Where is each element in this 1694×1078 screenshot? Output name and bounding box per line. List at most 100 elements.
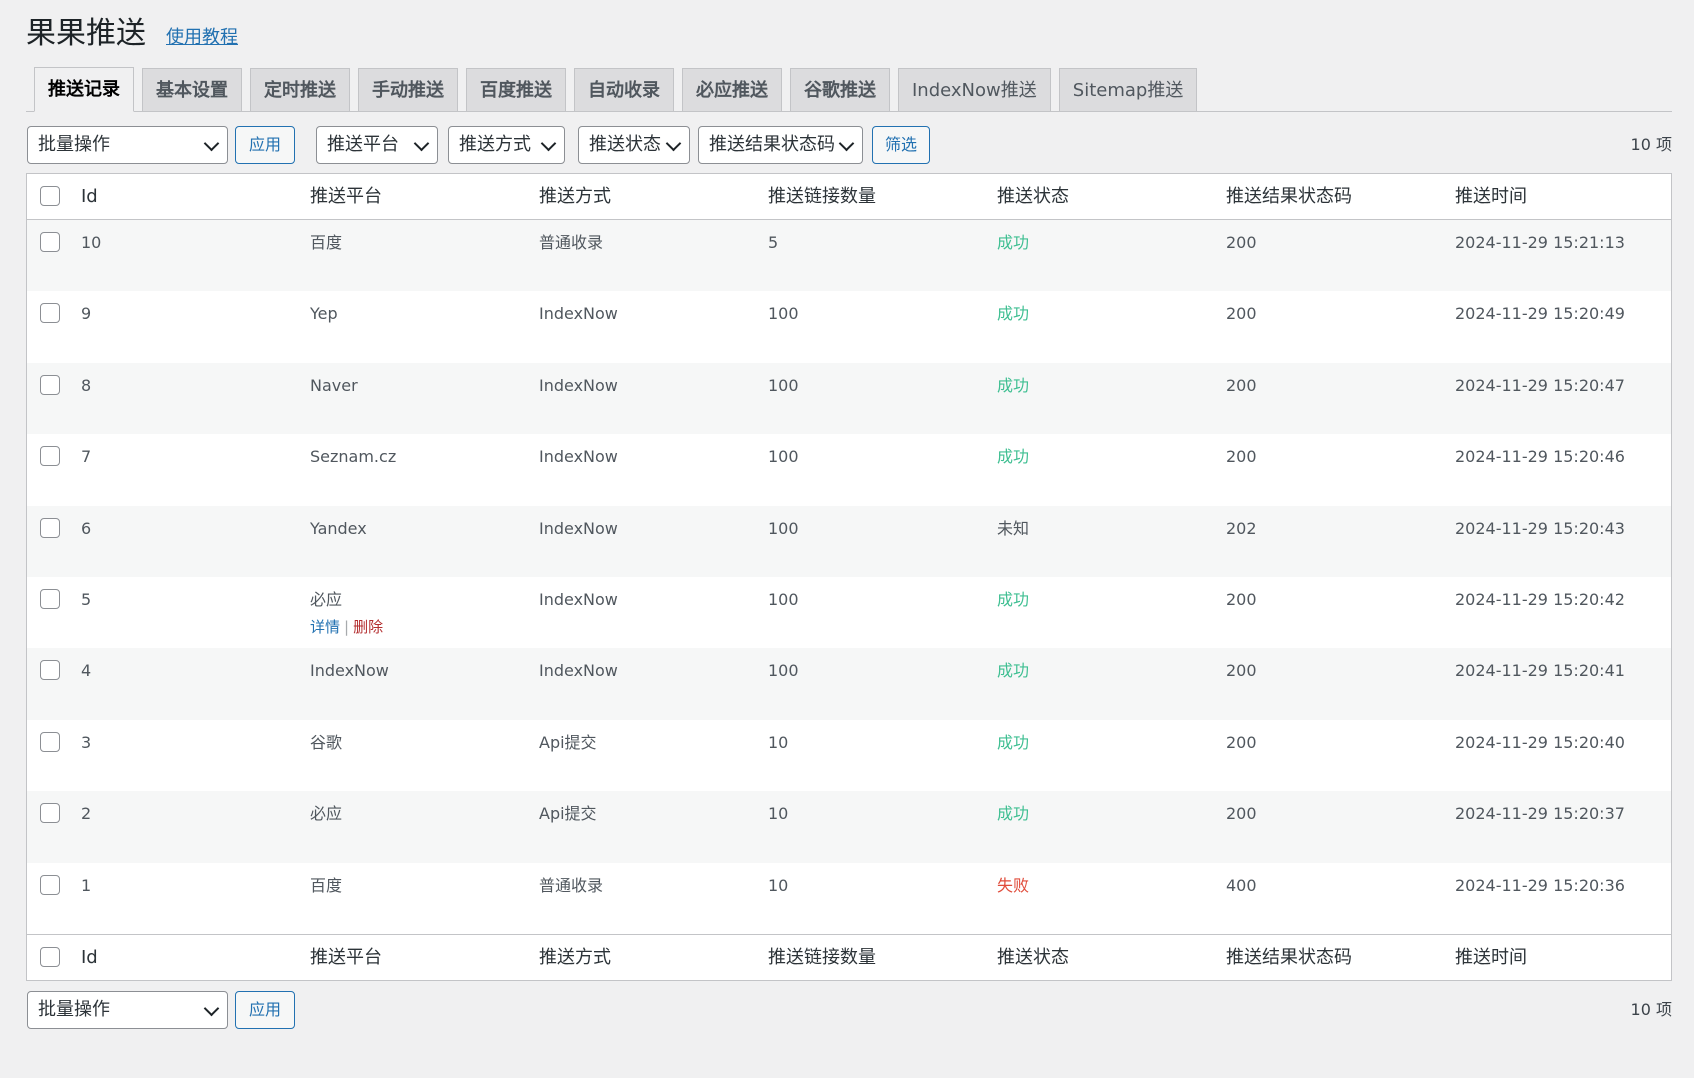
tab-indexnow-push[interactable]: IndexNow推送 <box>898 68 1051 111</box>
delete-link[interactable]: 删除 <box>353 618 383 636</box>
cell-status: 成功 <box>997 233 1030 252</box>
bulk-action-select-bottom[interactable]: 批量操作 <box>27 991 228 1029</box>
cell-platform: IndexNow <box>310 661 389 681</box>
platform-filter-value: 推送平台 <box>327 134 399 155</box>
column-footer-link-count: 推送链接数量 <box>768 946 876 968</box>
table-row: 2 必应 Api提交 10 成功 200 2024-11-29 15:20:37 <box>27 791 1671 863</box>
cell-status: 成功 <box>997 732 1030 752</box>
cell-result-code: 200 <box>1226 804 1257 824</box>
chevron-down-icon <box>540 135 557 152</box>
cell-method: Api提交 <box>539 732 597 752</box>
row-checkbox[interactable] <box>40 874 60 895</box>
column-footer-result-code: 推送结果状态码 <box>1226 946 1352 968</box>
cell-status: 成功 <box>997 304 1030 324</box>
bulk-action-value-bottom: 批量操作 <box>38 999 110 1020</box>
cell-method: IndexNow <box>539 304 618 324</box>
column-footer-id[interactable]: Id <box>81 935 98 980</box>
apply-button-bottom[interactable]: 应用 <box>235 991 295 1029</box>
table-row: 3 谷歌 Api提交 10 成功 200 2024-11-29 15:20:40 <box>27 719 1671 792</box>
cell-result-code: 400 <box>1226 875 1257 895</box>
cell-link-count: 100 <box>768 518 799 538</box>
column-footer-method: 推送方式 <box>539 946 611 968</box>
row-checkbox[interactable] <box>40 803 60 824</box>
cell-id: 10 <box>81 233 102 252</box>
tab-manual-push[interactable]: 手动推送 <box>358 68 458 111</box>
table-row: 8 Naver IndexNow 100 成功 200 2024-11-29 1… <box>27 362 1671 435</box>
bottom-toolbar: 批量操作 应用 10 项 <box>27 991 1672 1029</box>
cell-result-code: 202 <box>1226 518 1257 538</box>
tab-push-records[interactable]: 推送记录 <box>34 67 134 112</box>
row-checkbox[interactable] <box>40 517 60 538</box>
push-records-table: Id 推送平台 推送方式 推送链接数量 推送状态 推送结果状态码 推送时间 10… <box>26 173 1672 981</box>
cell-id: 4 <box>81 661 92 681</box>
cell-link-count: 100 <box>768 375 799 395</box>
cell-platform: 谷歌 <box>310 732 343 752</box>
row-checkbox[interactable] <box>40 588 60 609</box>
cell-time: 2024-11-29 15:20:43 <box>1455 518 1625 538</box>
page-header: 果果推送 使用教程 <box>26 14 238 54</box>
tab-basic-settings[interactable]: 基本设置 <box>142 68 242 111</box>
cell-method: Api提交 <box>539 804 597 824</box>
cell-method: IndexNow <box>539 375 618 395</box>
column-header-method: 推送方式 <box>539 186 611 207</box>
cell-time: 2024-11-29 15:20:37 <box>1455 804 1625 824</box>
chevron-down-icon <box>665 135 682 152</box>
cell-status: 成功 <box>997 447 1030 467</box>
code-filter-select[interactable]: 推送结果状态码 <box>698 126 863 164</box>
bulk-action-select[interactable]: 批量操作 <box>27 126 228 164</box>
cell-link-count: 100 <box>768 661 799 681</box>
cell-link-count: 5 <box>768 233 779 252</box>
cell-link-count: 100 <box>768 589 799 609</box>
tab-sitemap-push[interactable]: Sitemap推送 <box>1058 68 1198 111</box>
cell-link-count: 100 <box>768 447 799 467</box>
select-all-checkbox-footer[interactable] <box>40 946 60 967</box>
cell-status: 失败 <box>997 875 1030 895</box>
table-row: 5 必应 详情 | 删除 IndexNow 100 成功 200 2024-11-2… <box>27 576 1671 649</box>
cell-time: 2024-11-29 15:20:49 <box>1455 304 1625 324</box>
platform-filter-select[interactable]: 推送平台 <box>316 126 438 164</box>
chevron-down-icon <box>413 135 430 152</box>
cell-result-code: 200 <box>1226 589 1257 609</box>
cell-method: 普通收录 <box>539 875 604 895</box>
row-checkbox[interactable] <box>40 303 60 324</box>
method-filter-value: 推送方式 <box>459 134 531 155</box>
tutorial-link[interactable]: 使用教程 <box>166 23 238 49</box>
row-checkbox[interactable] <box>40 731 60 752</box>
tab-bing-push[interactable]: 必应推送 <box>682 68 782 111</box>
row-checkbox[interactable] <box>40 374 60 395</box>
cell-status: 未知 <box>997 518 1030 538</box>
table-row: 7 Seznam.cz IndexNow 100 成功 200 2024-11-… <box>27 434 1671 506</box>
detail-link[interactable]: 详情 <box>310 618 340 636</box>
column-footer-status: 推送状态 <box>997 946 1069 968</box>
cell-link-count: 10 <box>768 875 789 895</box>
cell-result-code: 200 <box>1226 233 1257 252</box>
cell-platform: 必应 <box>310 589 343 609</box>
column-footer-time: 推送时间 <box>1455 946 1527 968</box>
cell-time: 2024-11-29 15:20:40 <box>1455 732 1625 752</box>
tab-baidu-push[interactable]: 百度推送 <box>466 68 566 111</box>
apply-button[interactable]: 应用 <box>235 126 295 164</box>
status-filter-select[interactable]: 推送状态 <box>578 126 690 164</box>
filter-button[interactable]: 筛选 <box>872 126 930 164</box>
row-checkbox[interactable] <box>40 660 60 681</box>
column-header-platform: 推送平台 <box>310 186 382 207</box>
select-all-checkbox[interactable] <box>40 186 60 206</box>
tab-google-push[interactable]: 谷歌推送 <box>790 68 890 111</box>
cell-link-count: 10 <box>768 804 789 824</box>
table-footer: Id 推送平台 推送方式 推送链接数量 推送状态 推送结果状态码 推送时间 <box>27 933 1671 980</box>
cell-method: IndexNow <box>539 518 618 538</box>
row-checkbox[interactable] <box>40 232 60 252</box>
column-header-id[interactable]: Id <box>81 174 98 219</box>
cell-id: 6 <box>81 518 92 538</box>
table-row: 6 Yandex IndexNow 100 未知 202 2024-11-29 … <box>27 505 1671 577</box>
status-filter-value: 推送状态 <box>589 134 661 155</box>
row-checkbox[interactable] <box>40 446 60 467</box>
cell-method: IndexNow <box>539 589 618 609</box>
chevron-down-icon <box>203 1000 220 1017</box>
cell-result-code: 200 <box>1226 375 1257 395</box>
tab-auto-index[interactable]: 自动收录 <box>574 68 674 111</box>
tab-scheduled-push[interactable]: 定时推送 <box>250 68 350 111</box>
cell-time: 2024-11-29 15:20:47 <box>1455 375 1625 395</box>
bulk-action-value: 批量操作 <box>38 134 110 155</box>
method-filter-select[interactable]: 推送方式 <box>448 126 565 164</box>
